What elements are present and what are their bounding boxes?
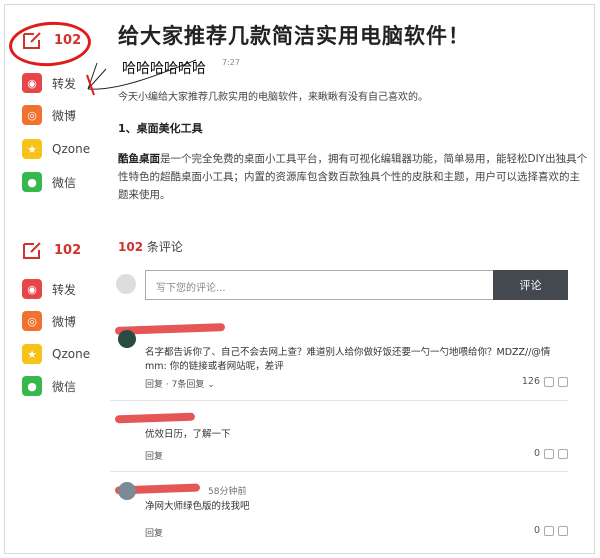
article-title: 给大家推荐几款简洁实用电脑软件！ — [118, 24, 470, 48]
share-label: 微信 — [52, 379, 77, 394]
comment-item: 优效日历，了解一下 回复 0 — [110, 404, 580, 466]
share-label: 微信 — [52, 175, 77, 190]
chevron-down-icon: ⌄ — [207, 380, 215, 390]
report-icon[interactable] — [558, 448, 568, 459]
comment-count: 102 — [54, 242, 82, 258]
avatar — [118, 482, 136, 500]
like-count: 126 — [521, 376, 540, 387]
repost-icon: ◉ — [22, 73, 42, 93]
section-body: 酷鱼桌面是一个完全免费的桌面小工具平台，拥有可视化编辑器功能，简单易用，能轻松D… — [118, 150, 588, 204]
like-button[interactable]: 126 — [522, 376, 568, 387]
share-qzone-button[interactable]: ★ Qzone — [22, 139, 90, 159]
share-wechat-button[interactable]: ● 微信 — [22, 172, 76, 192]
share-repost-button[interactable]: ◉ 转发 — [22, 279, 76, 299]
report-icon[interactable] — [558, 376, 568, 387]
comments-header: 102 条评论 — [118, 238, 183, 255]
comment-count-link[interactable]: 102 — [22, 240, 81, 260]
share-label: 微博 — [52, 108, 77, 123]
redaction-scribble — [114, 412, 196, 424]
comments-count-suffix: 条评论 — [146, 240, 183, 254]
weibo-icon: ◎ — [22, 311, 42, 331]
section-body-text: 是一个完全免费的桌面小工具平台，拥有可视化编辑器功能，简单易用，能轻松DIY出独… — [118, 153, 588, 201]
weibo-icon: ◎ — [22, 105, 42, 125]
share-label: Qzone — [52, 347, 91, 361]
share-label: 转发 — [52, 282, 77, 297]
divider — [110, 400, 568, 401]
timestamp: 7:27 — [222, 58, 240, 67]
article-screenshot: 102 ◉ 转发 ◎ 微博 ★ Qzone ● 微信 给大家推荐几款简洁实用电脑… — [0, 0, 600, 225]
like-button[interactable]: 0 — [534, 525, 568, 536]
wechat-icon: ● — [22, 376, 42, 396]
edit-icon — [23, 242, 41, 259]
comment-text: 净网大师绿色版的找我吧 — [145, 501, 250, 512]
like-count: 0 — [533, 525, 540, 536]
share-weibo-button[interactable]: ◎ 微博 — [22, 105, 76, 125]
share-label: 转发 — [52, 76, 77, 91]
reply-link[interactable]: 回复 — [145, 380, 163, 390]
divider — [110, 471, 568, 472]
repost-icon: ◉ — [22, 279, 42, 299]
comment-time: 58分钟前 — [208, 487, 247, 497]
comment-item: 58分钟前 净网大师绿色版的找我吧 回复 0 — [110, 476, 580, 546]
thumbs-up-icon — [544, 376, 554, 387]
article-intro: 今天小编给大家推荐几款实用的电脑软件，来瞅瞅有没有自己喜欢的。 — [118, 92, 428, 103]
comment-text: 名字都告诉你了、自己不会去网上查？难道别人给你做好饭还要一勺一勺地喂给你？MDZ… — [145, 347, 551, 372]
thumbs-up-icon — [544, 525, 554, 536]
share-qzone-button[interactable]: ★ Qzone — [22, 344, 90, 364]
reply-link[interactable]: 回复 — [145, 449, 163, 462]
submit-comment-button[interactable]: 评论 — [493, 270, 568, 300]
handwritten-note: 哈哈哈哈哈哈 — [122, 61, 206, 77]
app-name: 酷鱼桌面 — [118, 153, 160, 165]
avatar — [118, 330, 136, 348]
qzone-icon: ★ — [22, 344, 42, 364]
comment-text: 优效日历，了解一下 — [145, 429, 231, 440]
like-button[interactable]: 0 — [534, 448, 568, 459]
report-icon[interactable] — [558, 525, 568, 536]
qzone-icon: ★ — [22, 139, 42, 159]
thumbs-up-icon — [544, 448, 554, 459]
comment-item: 名字都告诉你了、自己不会去网上查？难道别人给你做好饭还要一勺一勺地喂给你？MDZ… — [110, 320, 580, 400]
like-count: 0 — [533, 448, 540, 459]
comment-actions: 回复 · 7条回复 ⌄ — [145, 380, 215, 390]
share-repost-button[interactable]: ◉ 转发 — [22, 73, 76, 93]
view-replies-link[interactable]: 7条回复 — [172, 380, 205, 390]
wechat-icon: ● — [22, 172, 42, 192]
share-label: 微博 — [52, 314, 77, 329]
avatar — [116, 274, 136, 294]
comments-count: 102 — [118, 240, 144, 254]
share-weibo-button[interactable]: ◎ 微博 — [22, 311, 76, 331]
comment-input[interactable]: 写下您的评论... — [145, 270, 493, 300]
share-wechat-button[interactable]: ● 微信 — [22, 376, 76, 396]
share-label: Qzone — [52, 142, 91, 156]
comments-screenshot: 102 ◉ 转发 ◎ 微博 ★ Qzone ● 微信 102 条评论 写下您的评… — [0, 228, 600, 558]
reply-link[interactable]: 回复 — [145, 526, 163, 539]
section-heading: 1、桌面美化工具 — [118, 122, 203, 135]
